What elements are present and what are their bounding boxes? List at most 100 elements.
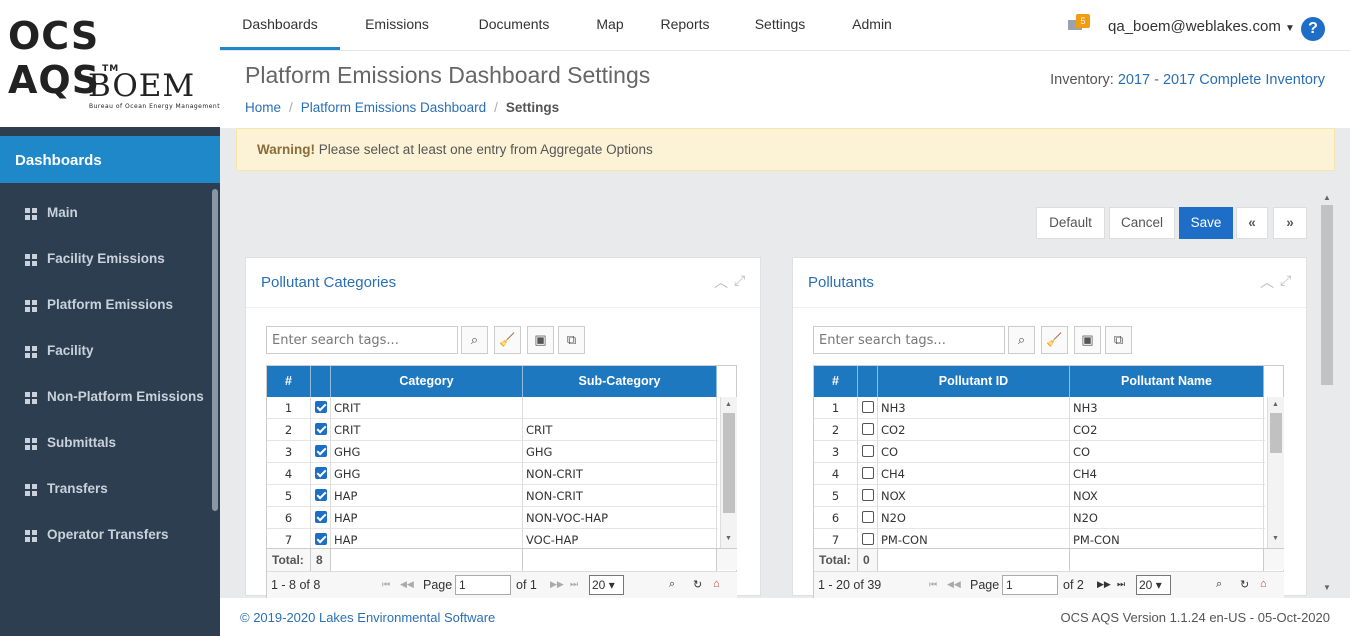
column-header[interactable] [858, 366, 878, 397]
expand-all-icon[interactable]: » [1273, 207, 1307, 239]
table-row[interactable]: 4 CH4 CH4 [814, 463, 1265, 485]
search-icon[interactable]: ⌕ [1216, 578, 1222, 591]
nav-tab-5[interactable]: Settings [730, 0, 830, 50]
export-icon[interactable]: ⌂ [713, 578, 720, 590]
row-checkbox[interactable] [862, 423, 874, 435]
sidebar-scrollbar[interactable] [212, 189, 218, 511]
row-checkbox[interactable] [862, 467, 874, 479]
scroll-down-icon[interactable]: ▼ [725, 535, 732, 542]
sidebar-header[interactable]: Dashboards [0, 136, 220, 183]
table-row[interactable]: 2 CO2 CO2 [814, 419, 1265, 441]
nav-tab-3[interactable]: Map [580, 0, 640, 50]
column-header[interactable]: # [814, 366, 858, 397]
first-page-icon[interactable]: ⏮ [382, 579, 390, 590]
breadcrumb-dashboard[interactable]: Platform Emissions Dashboard [301, 100, 486, 115]
table-row[interactable]: 2 CRIT CRIT [267, 419, 718, 441]
default-button[interactable]: Default [1036, 207, 1105, 239]
search-icon[interactable]: ⌕ [1008, 326, 1035, 354]
sidebar-item-0[interactable]: Main [0, 194, 210, 234]
page-size-select[interactable]: 20 ▾ [1136, 575, 1171, 595]
column-header[interactable]: Sub-Category [523, 366, 717, 397]
breadcrumb-home[interactable]: Home [245, 100, 281, 115]
sidebar-item-6[interactable]: Transfers [0, 470, 210, 510]
help-icon[interactable]: ? [1301, 17, 1325, 41]
fullscreen-icon[interactable]: ⤢ [1280, 272, 1291, 289]
filter-checked-icon[interactable]: ▣ [527, 326, 554, 354]
row-checkbox[interactable] [315, 533, 327, 545]
refresh-icon[interactable]: ↻ [1240, 578, 1249, 591]
page-size-select[interactable]: 20 ▾ [589, 575, 624, 595]
column-header[interactable]: Pollutant ID [878, 366, 1070, 397]
column-header[interactable] [311, 366, 331, 397]
nav-tab-1[interactable]: Emissions [341, 0, 453, 50]
last-page-icon[interactable]: ⏭ [570, 579, 578, 590]
search-icon[interactable]: ⌕ [669, 578, 675, 591]
table-row[interactable]: 3 CO CO [814, 441, 1265, 463]
table-row[interactable]: 1 NH3 NH3 [814, 397, 1265, 419]
table-row[interactable]: 5 HAP NON-CRIT [267, 485, 718, 507]
row-checkbox[interactable] [862, 489, 874, 501]
table-row[interactable]: 4 GHG NON-CRIT [267, 463, 718, 485]
sidebar-item-2[interactable]: Platform Emissions [0, 286, 210, 326]
row-checkbox[interactable] [315, 423, 327, 435]
table-row[interactable]: 1 CRIT [267, 397, 718, 419]
table-row[interactable]: 6 N2O N2O [814, 507, 1265, 529]
sidebar-item-1[interactable]: Facility Emissions [0, 240, 210, 280]
grid-scrollbar[interactable]: ▲ ▼ [1267, 397, 1284, 548]
inventory-link[interactable]: 2017 - 2017 Complete Inventory [1118, 72, 1325, 88]
scroll-up-arrow-icon[interactable]: ▲ [1323, 193, 1331, 202]
search-tags-input[interactable]: Enter search tags... [813, 326, 1005, 354]
sidebar-item-5[interactable]: Submittals [0, 424, 210, 464]
row-checkbox[interactable] [862, 445, 874, 457]
search-tags-input[interactable]: Enter search tags... [266, 326, 458, 354]
scroll-up-icon[interactable]: ▲ [725, 401, 732, 408]
save-button[interactable]: Save [1179, 207, 1233, 239]
column-header[interactable]: Category [331, 366, 523, 397]
row-checkbox[interactable] [862, 511, 874, 523]
copy-icon[interactable]: ⧉ [558, 326, 585, 354]
page-number-input[interactable]: 1 [455, 575, 511, 595]
scroll-down-arrow-icon[interactable]: ▼ [1323, 583, 1331, 592]
sidebar-item-3[interactable]: Facility [0, 332, 210, 372]
copy-icon[interactable]: ⧉ [1105, 326, 1132, 354]
refresh-icon[interactable]: ↻ [693, 578, 702, 591]
column-header[interactable]: # [267, 366, 311, 397]
collapse-all-icon[interactable]: « [1236, 207, 1268, 239]
nav-tab-2[interactable]: Documents [448, 0, 580, 50]
row-checkbox[interactable] [315, 467, 327, 479]
clear-search-icon[interactable]: 🧹 [494, 326, 521, 354]
collapse-panel-icon[interactable]: ︿ [1260, 272, 1274, 292]
prev-page-icon[interactable]: ◀◀ [947, 579, 961, 590]
copyright-link[interactable]: © 2019-2020 Lakes Environmental Software [240, 610, 495, 625]
last-page-icon[interactable]: ⏭ [1117, 579, 1125, 590]
nav-tab-4[interactable]: Reports [641, 0, 729, 50]
row-checkbox[interactable] [862, 533, 874, 545]
cancel-button[interactable]: Cancel [1109, 207, 1175, 239]
row-checkbox[interactable] [315, 401, 327, 413]
collapse-panel-icon[interactable]: ︿ [714, 272, 728, 292]
sidebar-item-7[interactable]: Operator Transfers [0, 516, 210, 556]
scroll-up-icon[interactable]: ▲ [1272, 401, 1279, 408]
row-checkbox[interactable] [315, 511, 327, 523]
first-page-icon[interactable]: ⏮ [929, 579, 937, 590]
prev-page-icon[interactable]: ◀◀ [400, 579, 414, 590]
nav-tab-6[interactable]: Admin [829, 0, 915, 50]
fullscreen-icon[interactable]: ⤢ [734, 272, 745, 289]
table-row[interactable]: 6 HAP NON-VOC-HAP [267, 507, 718, 529]
user-menu[interactable]: qa_boem@weblakes.com ▼ [1108, 18, 1295, 35]
next-page-icon[interactable]: ▶▶ [550, 579, 564, 590]
table-row[interactable]: 5 NOX NOX [814, 485, 1265, 507]
column-header[interactable]: Pollutant Name [1070, 366, 1264, 397]
row-checkbox[interactable] [315, 489, 327, 501]
export-icon[interactable]: ⌂ [1260, 578, 1267, 590]
page-number-input[interactable]: 1 [1002, 575, 1058, 595]
search-icon[interactable]: ⌕ [461, 326, 488, 354]
grid-scrollbar[interactable]: ▲ ▼ [720, 397, 737, 548]
row-checkbox[interactable] [862, 401, 874, 413]
clear-search-icon[interactable]: 🧹 [1041, 326, 1068, 354]
scroll-down-icon[interactable]: ▼ [1272, 535, 1279, 542]
sidebar-item-4[interactable]: Non-Platform Emissions [0, 378, 210, 418]
next-page-icon[interactable]: ▶▶ [1097, 579, 1111, 590]
nav-tab-0[interactable]: Dashboards [220, 0, 340, 50]
main-scrollbar[interactable] [1321, 205, 1333, 385]
